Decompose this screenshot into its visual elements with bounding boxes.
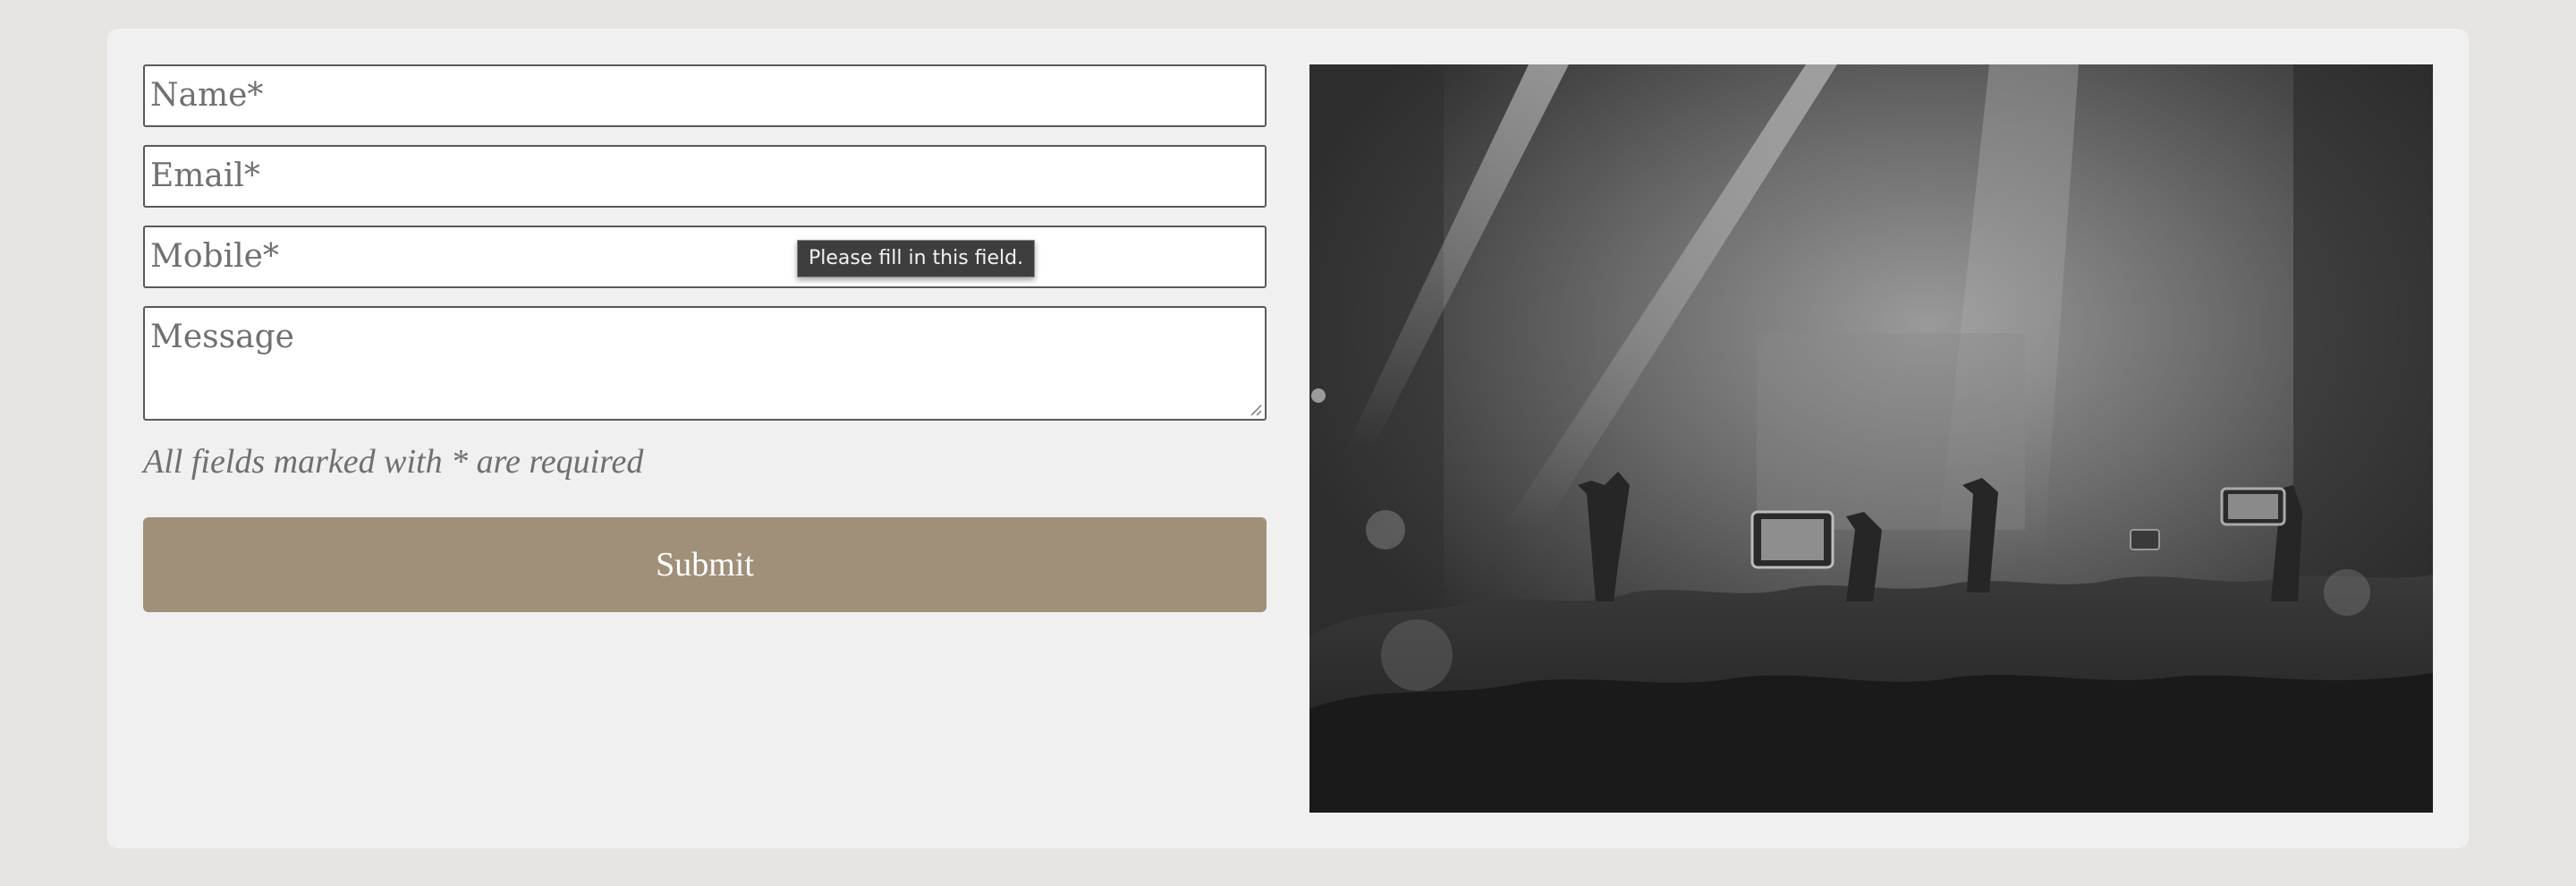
resize-grip-icon[interactable] (1248, 402, 1262, 416)
email-field[interactable]: Email* (143, 145, 1267, 208)
message-placeholder: Message (150, 319, 294, 355)
concert-photo-icon (1309, 64, 2433, 813)
name-placeholder: Name* (150, 77, 264, 114)
mobile-field[interactable]: Mobile* (143, 226, 1267, 288)
name-field[interactable]: Name* (143, 64, 1267, 127)
message-field[interactable]: Message (143, 306, 1267, 421)
concert-crowd-image (1309, 64, 2433, 813)
mobile-placeholder: Mobile* (150, 238, 279, 275)
contact-card: Name* Email* Mobile* Message All fields … (107, 29, 2469, 848)
required-note: All fields marked with * are required (143, 443, 644, 481)
email-placeholder: Email* (150, 158, 260, 194)
contact-form: Name* Email* Mobile* Message All fields … (143, 64, 1267, 612)
submit-button[interactable]: Submit (143, 517, 1267, 612)
validation-tooltip: Please fill in this field. (797, 240, 1036, 277)
